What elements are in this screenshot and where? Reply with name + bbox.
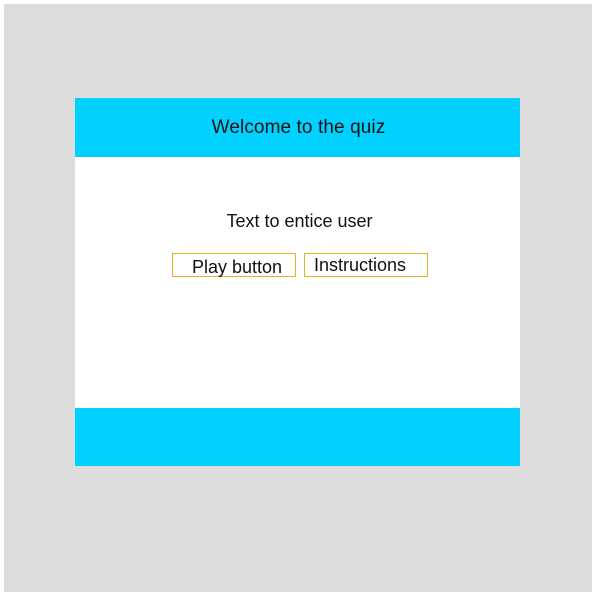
tagline-text: Text to entice user [226,211,373,231]
play-button[interactable]: Play button [172,253,296,277]
page-title: Welcome to the quiz [211,116,386,138]
instructions-button-label: Instructions [314,255,407,275]
design-canvas: Welcome to the quiz Text to entice user … [4,4,592,592]
footer-bar [75,408,520,466]
instructions-button[interactable]: Instructions [304,253,428,277]
quiz-start-screen: Welcome to the quiz Text to entice user … [75,98,520,466]
play-button-label: Play button [192,257,283,277]
header-bar: Welcome to the quiz [75,98,520,157]
